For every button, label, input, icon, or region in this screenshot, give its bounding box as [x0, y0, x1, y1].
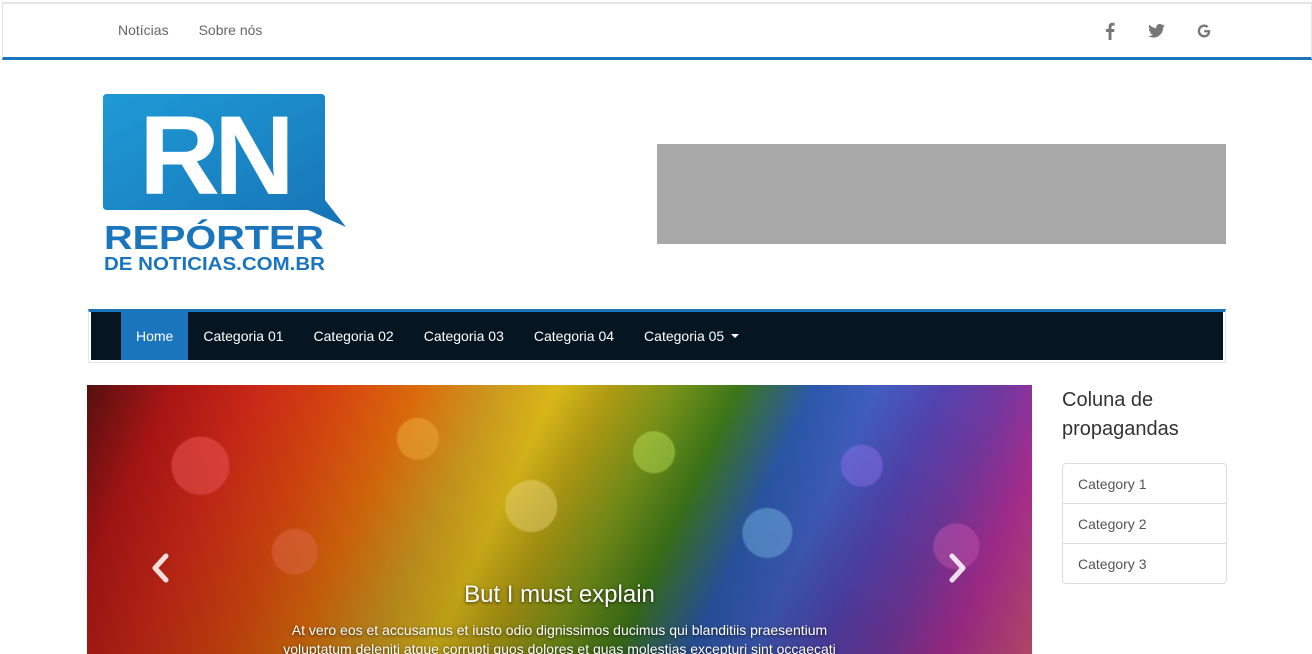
carousel-text: At vero eos et accusamus et iusto odio d…	[283, 622, 836, 654]
carousel-title: But I must explain	[464, 581, 655, 608]
facebook-icon[interactable]	[1099, 21, 1121, 41]
sidebar-category-3[interactable]: Category 3	[1062, 543, 1227, 584]
nav-item-categoria-03[interactable]: Categoria 03	[409, 312, 519, 360]
top-link-sobre-nos[interactable]: Sobre nós	[199, 22, 263, 38]
logo-line1: REPÓRTER	[104, 219, 324, 256]
twitter-icon[interactable]	[1145, 21, 1167, 41]
nav-item-categoria-05-label: Categoria 05	[644, 328, 725, 344]
sidebar-category-list: Category 1 Category 2 Category 3	[1062, 463, 1227, 584]
nav-item-home[interactable]: Home	[121, 312, 189, 360]
sidebar-title: Coluna de propagandas	[1062, 389, 1179, 440]
logo-line2: DE NOTICIAS.COM.BR	[104, 254, 325, 272]
top-bar: Notícias Sobre nós	[2, 2, 1312, 60]
nav-item-categoria-05-dropdown[interactable]: Categoria 05	[629, 312, 754, 360]
google-icon[interactable]	[1193, 21, 1215, 41]
sidebar-category-2[interactable]: Category 2	[1062, 503, 1227, 544]
chevron-right-icon[interactable]	[945, 553, 969, 583]
nav-item-categoria-02[interactable]: Categoria 02	[299, 312, 409, 360]
top-nav: Notícias Sobre nós	[118, 22, 292, 38]
carousel-caption: But I must explain At vero eos et accusa…	[87, 581, 1032, 654]
caret-down-icon	[731, 334, 740, 338]
image-carousel: But I must explain At vero eos et accusa…	[87, 385, 1032, 654]
chevron-left-icon[interactable]	[149, 553, 173, 583]
ad-banner[interactable]	[657, 144, 1226, 244]
sidebar-category-1[interactable]: Category 1	[1062, 463, 1227, 504]
logo-letters: RN	[139, 94, 289, 218]
main-navbar-inner: Home Categoria 01 Categoria 02 Categoria…	[91, 312, 1223, 360]
nav-item-categoria-01[interactable]: Categoria 01	[188, 312, 298, 360]
main-navbar: Home Categoria 01 Categoria 02 Categoria…	[88, 309, 1226, 363]
site-logo[interactable]: RN REPÓRTER DE NOTICIAS.COM.BR	[103, 93, 348, 274]
logo-graphic: RN REPÓRTER DE NOTICIAS.COM.BR	[103, 93, 346, 274]
top-link-noticias[interactable]: Notícias	[118, 22, 169, 38]
nav-item-categoria-04[interactable]: Categoria 04	[519, 312, 629, 360]
